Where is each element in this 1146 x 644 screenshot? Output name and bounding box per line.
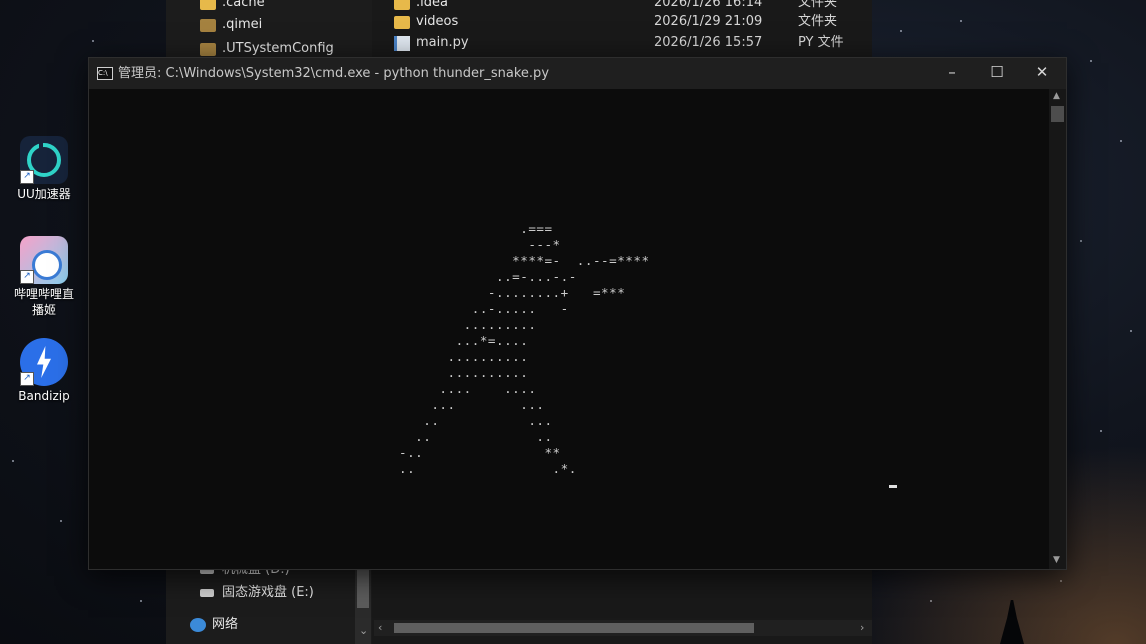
desktop-icon-bandizip[interactable]: ↗ Bandizip <box>10 338 78 404</box>
file-type: 文件夹 <box>798 14 838 29</box>
nav-item-network[interactable]: 网络 <box>190 614 238 636</box>
folder-icon <box>394 15 410 29</box>
drive-icon <box>200 589 214 597</box>
file-date: 2026/1/29 21:09 <box>654 14 763 29</box>
file-date: 2026/1/26 15:57 <box>654 35 763 50</box>
shortcut-arrow-icon: ↗ <box>20 170 34 184</box>
scroll-thumb[interactable] <box>1051 106 1064 122</box>
desktop-icon-label: 哔哩哔哩直播姬 <box>13 287 74 317</box>
folder-icon <box>394 0 410 10</box>
minimize-button[interactable]: – <box>929 58 975 89</box>
scroll-thumb[interactable] <box>394 623 754 633</box>
cmd-window[interactable]: C:\ 管理员: C:\Windows\System32\cmd.exe - p… <box>88 57 1067 570</box>
nav-item-cache[interactable]: .cache <box>200 0 265 14</box>
folder-icon <box>200 18 216 32</box>
console-ascii-output: .=== ---* ****=- ..--=**** ..=-...-.- -.… <box>399 221 650 476</box>
scroll-down-icon[interactable]: ▼ <box>1053 555 1060 565</box>
nav-item-label: 网络 <box>212 617 239 632</box>
console-output-area[interactable]: .=== ---* ****=- ..--=**** ..=-...-.- -.… <box>89 89 1049 569</box>
file-type: PY 文件 <box>798 35 844 50</box>
scroll-right-icon[interactable]: › <box>860 621 864 634</box>
nav-item-label: .cache <box>222 0 265 10</box>
cmd-titlebar[interactable]: C:\ 管理员: C:\Windows\System32\cmd.exe - p… <box>89 58 1066 89</box>
bilibili-live-icon: ↗ <box>20 236 68 284</box>
scroll-up-icon[interactable]: ▲ <box>1053 91 1060 101</box>
file-name: videos <box>416 14 459 29</box>
close-button[interactable]: ✕ <box>1019 58 1065 89</box>
console-app-icon[interactable]: C:\ <box>97 67 113 80</box>
scroll-left-icon[interactable]: ‹ <box>378 621 382 634</box>
scroll-down-icon[interactable]: ⌄ <box>359 624 368 637</box>
nav-item-qimei[interactable]: .qimei <box>200 14 262 36</box>
desktop-icon-label: Bandizip <box>18 389 70 403</box>
console-scrollbar[interactable]: ▲ ▼ <box>1049 89 1066 569</box>
file-name: main.py <box>416 35 469 50</box>
bandizip-icon: ↗ <box>20 338 68 386</box>
file-row-videos[interactable]: videos 2026/1/29 21:09 文件夹 <box>394 11 864 33</box>
file-row-main-py[interactable]: main.py 2026/1/26 15:57 PY 文件 <box>394 32 864 54</box>
desktop-icon-uu[interactable]: ↗ UU加速器 <box>10 136 78 202</box>
nav-item-label: .qimei <box>222 17 263 32</box>
shortcut-arrow-icon: ↗ <box>20 270 34 284</box>
desktop-icon-label: UU加速器 <box>17 187 71 201</box>
network-icon <box>190 618 206 632</box>
folder-icon <box>200 0 216 10</box>
python-file-icon <box>394 35 410 51</box>
file-list-horizontal-scrollbar[interactable]: ‹ › <box>374 620 872 636</box>
uu-accelerator-icon: ↗ <box>20 136 68 184</box>
text-cursor <box>889 485 897 488</box>
maximize-button[interactable]: ☐ <box>974 58 1020 89</box>
nav-item-label: 固态游戏盘 (E:) <box>222 585 314 600</box>
folder-icon <box>200 42 216 56</box>
desktop-icon-bilibili-live[interactable]: ↗ 哔哩哔哩直播姬 <box>10 236 78 318</box>
shortcut-arrow-icon: ↗ <box>20 372 34 386</box>
nav-scrollbar[interactable]: ⌄ <box>355 568 371 644</box>
nav-item-drive-e[interactable]: 固态游戏盘 (E:) <box>200 582 314 604</box>
window-title: 管理员: C:\Windows\System32\cmd.exe - pytho… <box>118 66 550 81</box>
